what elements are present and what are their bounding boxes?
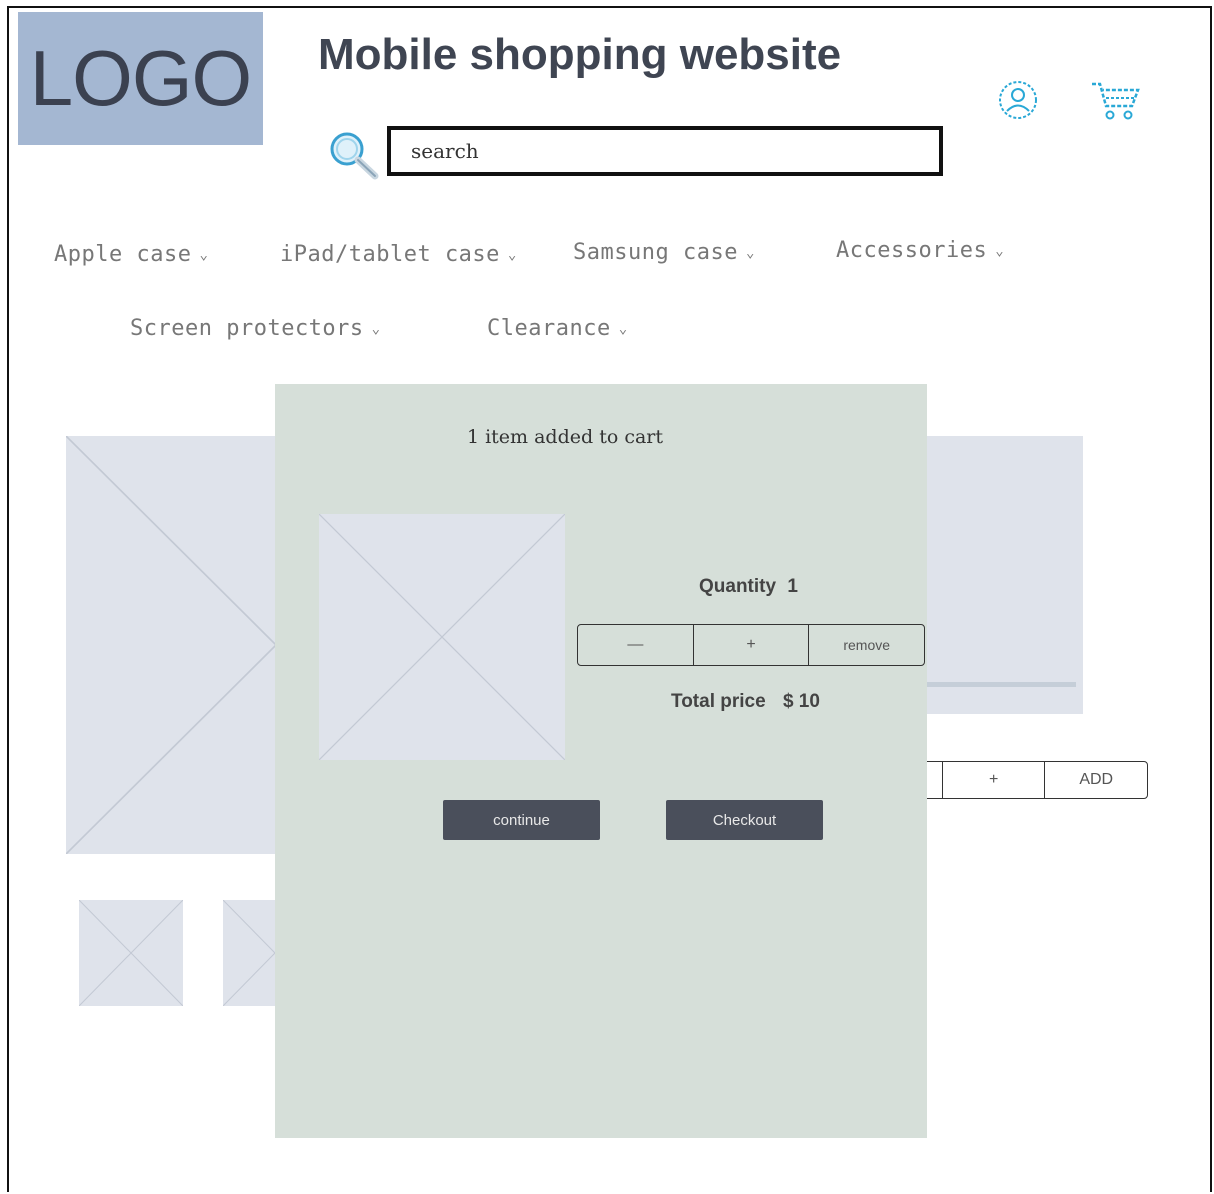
- chevron-down-icon: ⌄: [507, 247, 517, 263]
- remove-button[interactable]: remove: [808, 625, 924, 665]
- nav-item-label: Accessories: [836, 238, 988, 263]
- chevron-down-icon: ⌄: [995, 243, 1005, 259]
- cart-item-image: [319, 514, 565, 760]
- search-input[interactable]: [387, 126, 943, 176]
- nav-item-label: Apple case: [54, 242, 192, 267]
- add-to-cart-button[interactable]: ADD: [1044, 762, 1147, 798]
- increment-button[interactable]: +: [941, 762, 1045, 798]
- increment-button[interactable]: +: [692, 625, 809, 665]
- decrement-button[interactable]: —: [578, 625, 693, 665]
- cart-icon[interactable]: [1088, 78, 1142, 122]
- cart-added-modal: 1 item added to cart Quantity 1 — + remo…: [275, 384, 927, 1138]
- site-title: Mobile shopping website: [318, 30, 842, 79]
- nav-item-label: Samsung case: [573, 240, 738, 265]
- chevron-down-icon: ⌄: [745, 245, 755, 261]
- nav-item-label: iPad/tablet case: [280, 242, 500, 267]
- chevron-down-icon: ⌄: [618, 321, 628, 337]
- product-thumbnail[interactable]: [79, 900, 183, 1006]
- quantity-label: Quantity: [699, 576, 777, 597]
- nav-item-ipad-tablet-case[interactable]: iPad/tablet case ⌄: [280, 242, 517, 267]
- quantity-value: 1: [787, 576, 798, 597]
- nav-item-screen-protectors[interactable]: Screen protectors ⌄: [130, 316, 381, 341]
- quantity-stepper: — + remove: [577, 624, 925, 666]
- continue-button[interactable]: continue: [443, 800, 600, 840]
- total-price: Total price $ 10: [671, 691, 820, 713]
- total-price-label: Total price: [671, 691, 766, 712]
- nav-item-apple-case[interactable]: Apple case ⌄: [54, 242, 208, 267]
- user-icon[interactable]: [996, 78, 1040, 122]
- logo[interactable]: LOGO: [18, 12, 263, 145]
- nav-item-label: Clearance: [487, 316, 611, 341]
- checkout-button[interactable]: Checkout: [666, 800, 823, 840]
- quantity-display: Quantity 1: [699, 576, 798, 598]
- modal-title: 1 item added to cart: [466, 426, 664, 448]
- nav-item-clearance[interactable]: Clearance ⌄: [487, 316, 628, 341]
- chevron-down-icon: ⌄: [199, 247, 209, 263]
- nav-item-samsung-case[interactable]: Samsung case ⌄: [573, 240, 755, 265]
- search-icon[interactable]: [325, 128, 381, 180]
- nav-item-accessories[interactable]: Accessories ⌄: [836, 238, 1004, 263]
- nav-item-label: Screen protectors: [130, 316, 364, 341]
- chevron-down-icon: ⌄: [371, 321, 381, 337]
- total-price-value: $ 10: [782, 691, 820, 712]
- product-info-panel: [900, 436, 1083, 714]
